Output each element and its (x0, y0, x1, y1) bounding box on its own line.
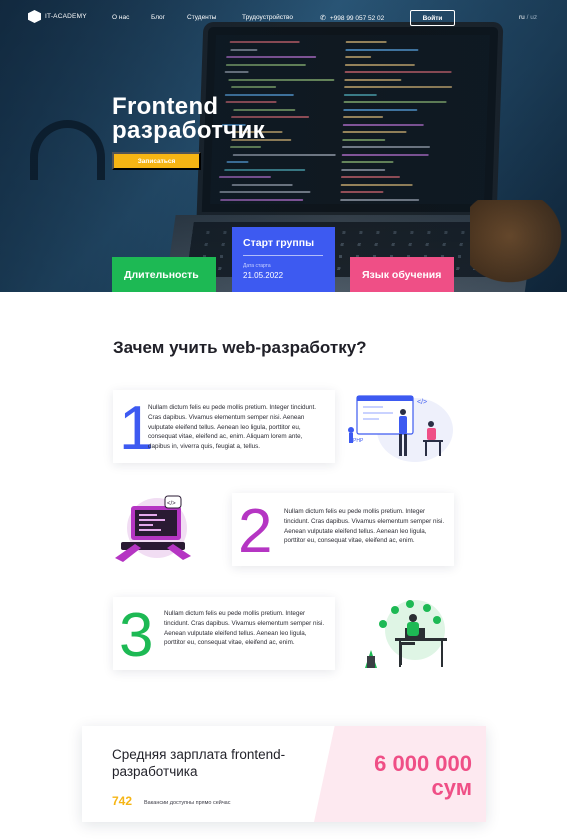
language-title: Язык обучения (362, 269, 442, 281)
team-coding-illustration: PHP </> (348, 395, 453, 462)
language-switcher: ru / uz (519, 14, 537, 21)
salary-amount-value: 6 000 000 (374, 751, 472, 776)
vacancies-label: Вакансии доступны прямо сейчас (144, 800, 231, 806)
svg-text:PHP: PHP (353, 438, 364, 444)
nav-link-employment[interactable]: Трудоустройство (242, 14, 293, 21)
hero-title: Frontend разработчик (112, 95, 342, 143)
start-group-title: Старт группы (243, 237, 315, 249)
reason-number: 2 (238, 497, 273, 566)
duration-card[interactable]: Длительность (112, 257, 216, 292)
lang-ru[interactable]: ru (519, 14, 525, 21)
top-nav: IT-ACADEMY О нас Блог Студенты Трудоустр… (0, 0, 567, 36)
signup-button[interactable]: Записаться (112, 152, 201, 170)
nav-link-students[interactable]: Студенты (187, 14, 216, 21)
language-card[interactable]: Язык обучения (350, 257, 454, 292)
salary-title: Средняя зарплата frontend-разработчика (112, 747, 286, 779)
vacancies-count: 742 (112, 794, 133, 808)
hero-banner: IT-ACADEMY О нас Блог Студенты Трудоустр… (0, 0, 567, 292)
svg-text:</>: </> (417, 399, 427, 406)
logo-icon (28, 10, 41, 23)
nav-link-about[interactable]: О нас (112, 14, 129, 21)
salary-amount-currency: сум (431, 775, 472, 800)
start-group-card[interactable]: Старт группы Дата старта 21.05.2022 (232, 227, 335, 292)
developer-desk-illustration (365, 600, 447, 668)
logo-text: IT-ACADEMY (45, 13, 87, 20)
phone-number: +998 99 057 52 02 (329, 14, 385, 22)
reason-text: Nullam dictum felis eu pede mollis preti… (164, 610, 325, 647)
start-date-value: 21.05.2022 (243, 271, 284, 280)
svg-text:</>: </> (167, 501, 176, 507)
lang-uz[interactable]: uz (530, 14, 537, 21)
lang-separator: / (526, 14, 529, 21)
reason-card-2: 2 Nullam dictum felis eu pede mollis pre… (232, 493, 454, 566)
hero-title-line2: разработчик (112, 117, 265, 144)
start-date-label: Дата старта (243, 263, 271, 269)
duration-title: Длительность (124, 269, 199, 281)
salary-block: Средняя зарплата frontend-разработчика 6… (82, 726, 486, 822)
reason-card-1: 1 Nullam dictum felis eu pede mollis pre… (113, 390, 335, 463)
login-button[interactable]: Войти (410, 10, 455, 26)
laptop-coding-illustration: </> (115, 495, 191, 562)
reason-text: Nullam dictum felis eu pede mollis preti… (284, 508, 445, 545)
phone-link[interactable]: ✆ +998 99 057 52 02 (320, 14, 385, 23)
reason-card-3: 3 Nullam dictum felis eu pede mollis pre… (113, 597, 335, 670)
hero-title-line1: Frontend (112, 93, 219, 120)
nav-link-blog[interactable]: Блог (151, 14, 165, 21)
phone-icon: ✆ (320, 15, 326, 22)
section-title: Зачем учить web-разработку? (113, 338, 367, 357)
salary-amount: 6 000 000 сум (302, 752, 472, 800)
logo[interactable]: IT-ACADEMY (28, 10, 87, 23)
reason-text: Nullam dictum felis eu pede mollis preti… (148, 404, 316, 451)
start-group-divider (243, 255, 323, 256)
reason-number: 3 (119, 601, 154, 670)
